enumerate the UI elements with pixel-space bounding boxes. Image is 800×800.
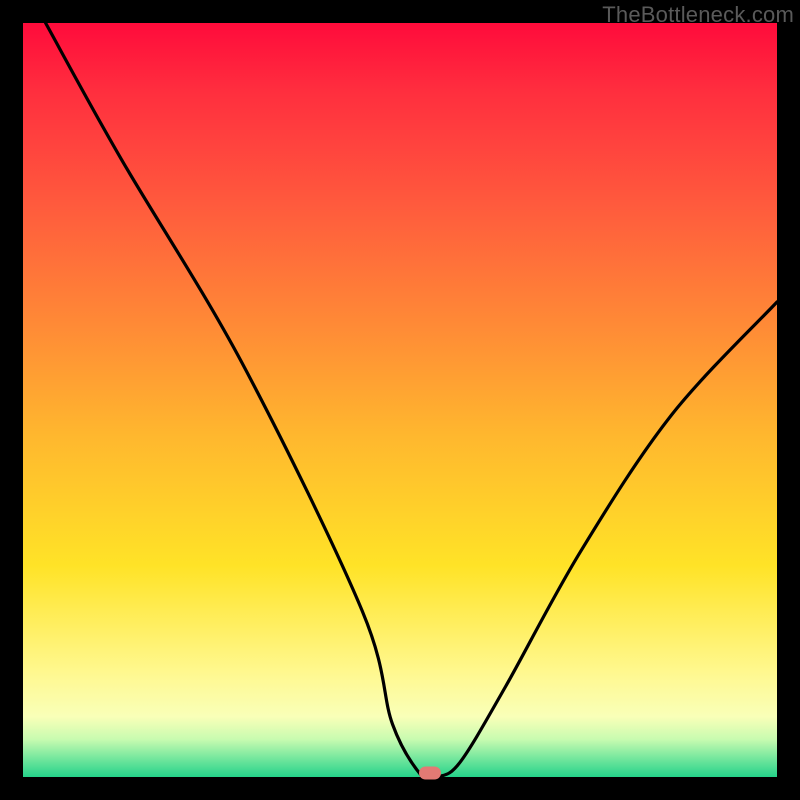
- chart-frame: TheBottleneck.com: [0, 0, 800, 800]
- optimum-marker: [419, 767, 441, 780]
- bottleneck-curve: [23, 23, 777, 777]
- plot-area: [23, 23, 777, 777]
- watermark-text: TheBottleneck.com: [602, 2, 794, 28]
